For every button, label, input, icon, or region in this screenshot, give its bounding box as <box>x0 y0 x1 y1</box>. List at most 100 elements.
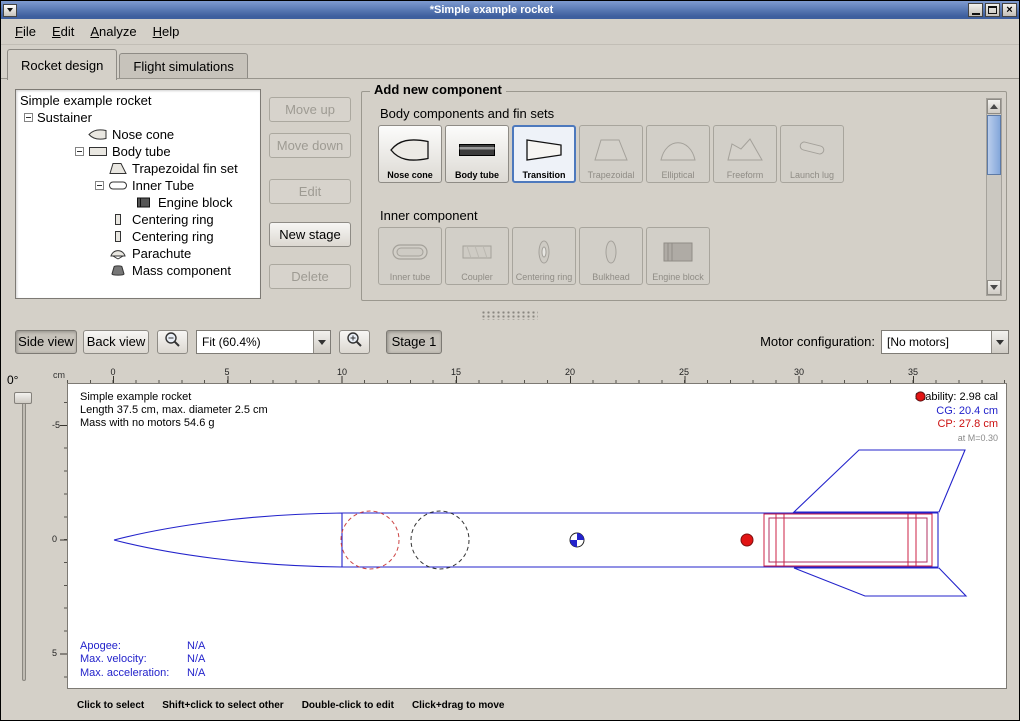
rotation-slider[interactable] <box>22 395 26 681</box>
side-view-button[interactable]: Side view <box>15 330 77 354</box>
tree-item-sustainer[interactable]: Sustainer <box>16 109 260 126</box>
tab-flight-simulations[interactable]: Flight simulations <box>119 53 247 79</box>
ruler-tick-label: 20 <box>565 367 575 377</box>
rocket-mass: Mass with no motors 54.6 g <box>80 417 268 430</box>
tree-collapse-handle[interactable] <box>75 147 84 156</box>
minimize-button[interactable] <box>968 3 983 17</box>
rotation-slider-thumb[interactable] <box>14 392 32 404</box>
delete-button[interactable]: Delete <box>269 264 351 289</box>
edit-button[interactable]: Edit <box>269 179 351 204</box>
zoom-out-icon <box>164 331 181 348</box>
add-elliptical-fin-button[interactable]: Elliptical <box>646 125 710 183</box>
menu-analyze[interactable]: Analyze <box>82 21 144 42</box>
back-view-button[interactable]: Back view <box>83 330 149 354</box>
apogee-value: N/A <box>187 640 205 652</box>
engine-block-icon <box>134 196 154 209</box>
rocket-view-canvas[interactable]: Simple example rocket Length 37.5 cm, ma… <box>67 383 1007 689</box>
statusbar-hint: Click+drag to move <box>412 700 505 711</box>
component-button-label: Transition <box>522 171 565 180</box>
view-toolbar: Side view Back view Fit (60.4%) Stage 1 … <box>1 329 1019 357</box>
canvas-area: 0° cm 0 5 10 15 20 25 30 35 -5 0 5 <box>1 365 1020 691</box>
tree-collapse-handle[interactable] <box>95 181 104 190</box>
rocket-name: Simple example rocket <box>80 391 268 404</box>
tree-item-engine-block[interactable]: Engine block <box>16 194 260 211</box>
tree-item-nose-cone[interactable]: Nose cone <box>16 126 260 143</box>
elliptical-fin-icon <box>648 129 708 171</box>
component-button-label: Freeform <box>727 171 764 180</box>
close-button[interactable]: × <box>1002 3 1017 17</box>
zoom-out-button[interactable] <box>157 330 188 354</box>
ruler-tick-label: -5 <box>52 420 60 430</box>
tree-item-centering-ring-1[interactable]: Centering ring <box>16 211 260 228</box>
mach-note: at M=0.30 <box>915 432 998 446</box>
component-button-label: Trapezoidal <box>588 171 635 180</box>
tree-item-rocket[interactable]: Simple example rocket <box>16 92 260 109</box>
ruler-tick-label: 25 <box>679 367 689 377</box>
add-body-tube-button[interactable]: Body tube <box>445 125 509 183</box>
body-tube-icon <box>447 129 507 171</box>
tree-item-parachute[interactable]: Parachute <box>16 245 260 262</box>
add-transition-button[interactable]: Transition <box>512 125 576 183</box>
statusbar-hint: Shift+click to select other <box>162 700 283 711</box>
tree-item-centering-ring-2[interactable]: Centering ring <box>16 228 260 245</box>
component-button-label: Engine block <box>652 273 704 282</box>
menu-file[interactable]: File <box>7 21 44 42</box>
component-button-label: Centering ring <box>516 273 573 282</box>
tree-item-fin-set[interactable]: Trapezoidal fin set <box>16 160 260 177</box>
component-scrollbar[interactable] <box>986 98 1002 296</box>
fin-icon <box>108 162 128 175</box>
add-inner-tube-button[interactable]: Inner tube <box>378 227 442 285</box>
ruler-tick-label: 30 <box>794 367 804 377</box>
tree-item-body-tube[interactable]: Body tube <box>16 143 260 160</box>
tree-item-label: Simple example rocket <box>20 93 152 108</box>
tree-item-inner-tube[interactable]: Inner Tube <box>16 177 260 194</box>
add-launch-lug-button[interactable]: Launch lug <box>780 125 844 183</box>
tab-label: Rocket design <box>21 58 103 73</box>
tree-item-label: Trapezoidal fin set <box>132 161 238 176</box>
chevron-down-icon[interactable] <box>313 331 330 353</box>
stage-1-toggle[interactable]: Stage 1 <box>386 330 442 354</box>
inner-tube-icon <box>108 179 128 192</box>
rocket-info: Simple example rocket Length 37.5 cm, ma… <box>80 391 268 430</box>
tree-item-label: Inner Tube <box>132 178 194 193</box>
zoom-select[interactable]: Fit (60.4%) <box>196 330 331 354</box>
ruler-tick-label: 0 <box>110 367 115 377</box>
menu-help[interactable]: Help <box>145 21 188 42</box>
add-centering-ring-button[interactable]: Centering ring <box>512 227 576 285</box>
tree-item-label: Sustainer <box>37 110 92 125</box>
move-up-button[interactable]: Move up <box>269 97 351 122</box>
velocity-label: Max. velocity: <box>80 653 187 667</box>
tree-item-label: Mass component <box>132 263 231 278</box>
motor-config-select[interactable]: [No motors] <box>881 330 1009 354</box>
add-bulkhead-button[interactable]: Bulkhead <box>579 227 643 285</box>
tree-item-label: Body tube <box>112 144 171 159</box>
add-coupler-button[interactable]: Coupler <box>445 227 509 285</box>
window-menu-icon[interactable] <box>3 4 17 17</box>
inner-component-row: Inner tube Coupler Centering ring Bulkhe… <box>378 227 710 285</box>
zoom-in-button[interactable] <box>339 330 370 354</box>
scroll-down-button[interactable] <box>987 280 1001 295</box>
add-trapezoidal-fin-button[interactable]: Trapezoidal <box>579 125 643 183</box>
component-button-label: Inner tube <box>390 273 431 282</box>
tab-rocket-design[interactable]: Rocket design <box>7 49 117 80</box>
cp-marker <box>741 534 753 546</box>
menu-edit[interactable]: Edit <box>44 21 82 42</box>
add-nose-cone-button[interactable]: Nose cone <box>378 125 442 183</box>
move-down-button[interactable]: Move down <box>269 133 351 158</box>
parachute-icon <box>108 247 128 260</box>
add-engine-block-button[interactable]: Engine block <box>646 227 710 285</box>
tree-item-label: Engine block <box>158 195 232 210</box>
maximize-button[interactable] <box>985 3 1000 17</box>
new-stage-button[interactable]: New stage <box>269 222 351 247</box>
scroll-up-button[interactable] <box>987 99 1001 114</box>
panel-splitter[interactable] <box>1 309 1019 322</box>
scroll-thumb[interactable] <box>987 115 1001 175</box>
tree-collapse-handle[interactable] <box>24 113 33 122</box>
stability-value: Stability: 2.98 cal <box>915 391 998 405</box>
tree-item-mass-component[interactable]: Mass component <box>16 262 260 279</box>
ruler-tick-label: 5 <box>224 367 229 377</box>
rocket-dimensions: Length 37.5 cm, max. diameter 2.5 cm <box>80 404 268 417</box>
chevron-down-icon[interactable] <box>991 331 1008 353</box>
splitter-grip-icon <box>482 311 538 320</box>
add-freeform-fin-button[interactable]: Freeform <box>713 125 777 183</box>
